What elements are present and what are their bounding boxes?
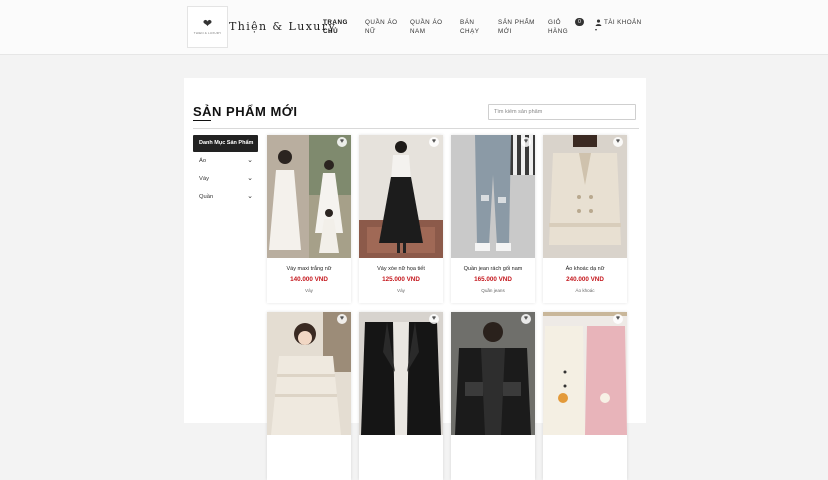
product-category: Váy [397,288,405,293]
product-image[interactable] [267,135,351,258]
nav-women-line1: QUẦN ÁO [365,19,398,26]
nav-women-line2: NỮ [365,28,376,35]
product-card[interactable]: ♥ [267,312,351,480]
product-image[interactable] [543,135,627,258]
product-price: 140.000 VND [290,276,328,283]
search-input[interactable] [488,104,636,120]
nav-bestseller-line1: BÁN [460,19,475,26]
product-card[interactable]: ♥ Váy maxi trắng nữ 140.000 VND Váy [267,135,351,303]
page-title: SẢN PHẨM MỚI [193,104,298,119]
nav-new-products-line1: SẢN PHẨM [498,19,535,26]
divider [193,128,639,129]
heart-logo-icon: ❤ [202,18,213,30]
sidebar-item-label: Váy [199,176,209,182]
account-label: TÀI KHOẢN [604,19,642,26]
nav-bestseller[interactable]: BÁN CHẠY [460,18,480,36]
product-card[interactable]: ♥ Áo khoác dạ nữ 240.000 VND Áo khoác [543,135,627,303]
product-card[interactable]: ♥ [543,312,627,480]
product-card[interactable]: ♥ [451,312,535,480]
account-link[interactable]: TÀI KHOẢN [595,19,642,26]
sidebar-heading: Danh Mục Sản Phẩm [193,135,258,152]
wishlist-heart-icon[interactable]: ♥ [521,137,531,147]
nav-men[interactable]: QUẦN ÁO NAM [410,18,443,36]
product-image[interactable] [451,312,535,435]
nav-new-products-line2: MỚI [498,28,512,35]
nav-men-line1: QUẦN ÁO [410,19,443,26]
nav-home-line1: TRANG [323,19,348,26]
product-name[interactable]: Quần jean rách gối nam [451,266,535,272]
products-panel: SẢN PHẨM MỚI Danh Mục Sản Phẩm Áo ⌄ Váy … [184,78,646,480]
nav-home-line2: CHỦ [323,28,339,35]
wishlist-heart-icon[interactable]: ♥ [429,137,439,147]
nav-home[interactable]: TRANG CHỦ [323,18,348,36]
sidebar-item-vay[interactable]: Váy ⌄ [193,170,258,188]
category-sidebar: Danh Mục Sản Phẩm Áo ⌄ Váy ⌄ Quần ⌄ [193,135,258,206]
wishlist-heart-icon[interactable]: ♥ [613,137,623,147]
product-name[interactable]: Váy maxi trắng nữ [267,266,351,272]
chevron-down-icon[interactable]: ⌄ [247,188,253,206]
product-image[interactable] [359,135,443,258]
wishlist-heart-icon[interactable]: ♥ [429,314,439,324]
wishlist-heart-icon[interactable]: ♥ [337,137,347,147]
product-category: Áo khoác [575,288,595,293]
product-card[interactable]: ♥ [359,312,443,480]
product-price: 165.000 VND [474,276,512,283]
site-header: ❤ THIEN & LUXURY Thiện & Luxury TRANG CH… [0,0,828,55]
chevron-down-icon[interactable]: ⌄ [247,170,253,188]
product-price: 240.000 VND [566,276,604,283]
nav-bestseller-line2: CHẠY [460,28,480,35]
wishlist-heart-icon[interactable]: ♥ [613,314,623,324]
product-category: Quần jeans [481,288,505,293]
sidebar-item-quan[interactable]: Quần ⌄ [193,188,258,206]
sidebar-item-ao[interactable]: Áo ⌄ [193,152,258,170]
title-underline [193,120,211,121]
wishlist-heart-icon[interactable]: ♥ [521,314,531,324]
wishlist-heart-icon[interactable]: ♥ [337,314,347,324]
brand-name[interactable]: Thiện & Luxury [229,20,336,33]
product-price: 125.000 VND [382,276,420,283]
nav-cart-line2: HÀNG [548,28,569,35]
product-category: Váy [305,288,313,293]
logo-small-text: THIEN & LUXURY [193,31,222,35]
product-name[interactable]: Váy xòe nữ họa tiết [359,266,443,272]
product-name[interactable]: Áo khoác dạ nữ [543,266,627,272]
account-caret-icon: ▾ [595,27,598,32]
product-card[interactable]: ♥ Váy xòe nữ họa tiết 125.000 VND Váy [359,135,443,303]
nav-new-products[interactable]: SẢN PHẨM MỚI [498,18,535,36]
logo[interactable]: ❤ THIEN & LUXURY [187,6,228,48]
product-image[interactable] [543,312,627,435]
product-card[interactable]: ♥ Quần jean rách gối nam 165.000 VND Quầ… [451,135,535,303]
user-icon [595,19,602,26]
product-image[interactable] [359,312,443,435]
nav-cart[interactable]: GIỎ HÀNG [548,18,568,36]
product-image[interactable] [451,135,535,258]
nav-men-line2: NAM [410,28,426,35]
nav-women[interactable]: QUẦN ÁO NỮ [365,18,398,36]
chevron-down-icon[interactable]: ⌄ [247,152,253,170]
nav-cart-line1: GIỎ [548,19,562,26]
cart-count-badge: 0 [575,18,584,26]
product-image[interactable] [267,312,351,435]
sidebar-item-label: Quần [199,194,214,200]
sidebar-item-label: Áo [199,158,207,164]
